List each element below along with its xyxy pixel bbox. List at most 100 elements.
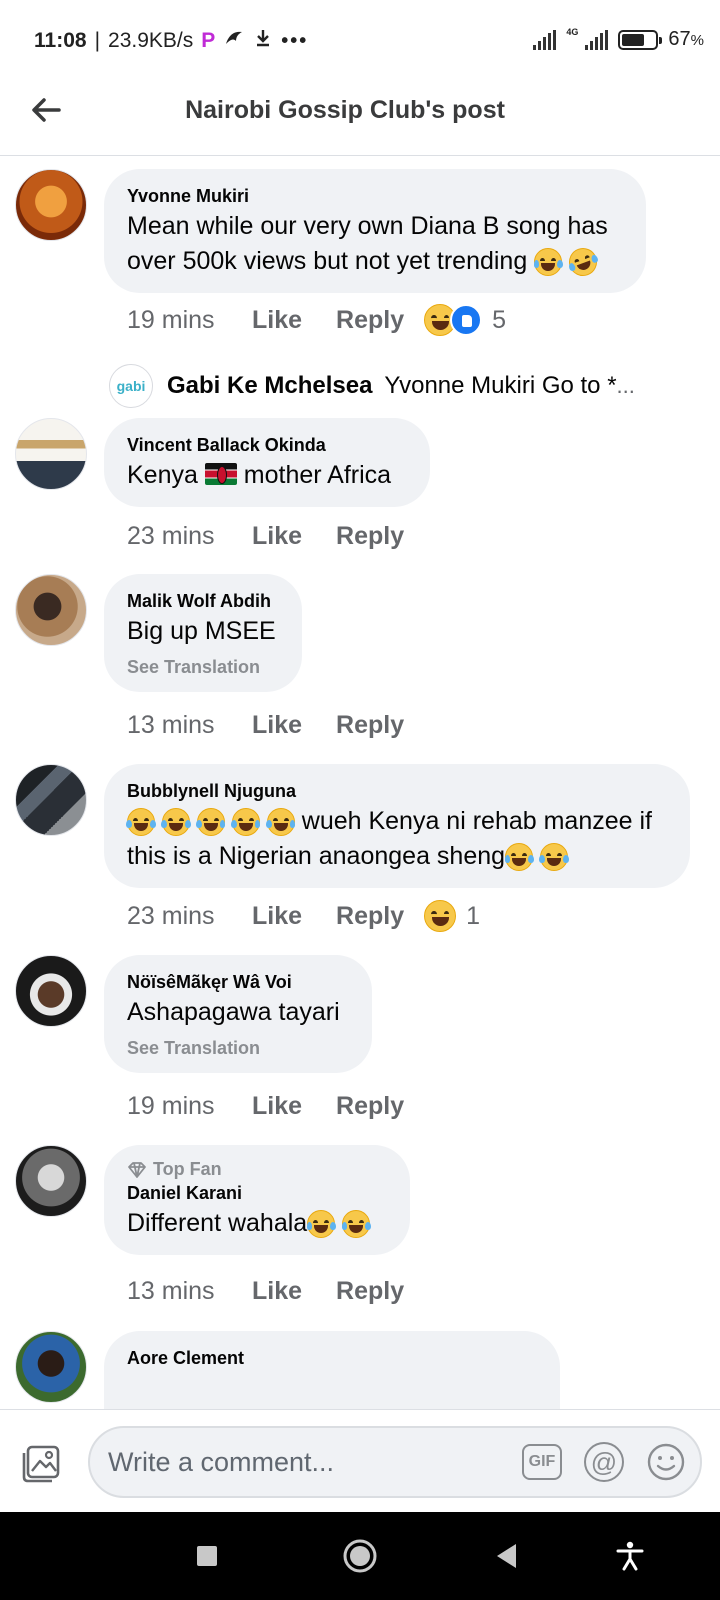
triangle-back-icon [497,1544,516,1568]
square-icon [197,1546,217,1566]
comment-time: 23 mins [127,901,215,930]
tears-of-joy-icon [341,1210,371,1239]
like-button[interactable]: Like [252,306,302,335]
comment-input-wrapper[interactable]: GIF @ [88,1426,702,1498]
reply-button[interactable]: Reply [336,522,404,551]
like-button[interactable]: Like [252,902,302,931]
battery-value: 67 [668,28,691,50]
reply-button[interactable]: Reply [336,711,404,740]
smile-icon [647,1443,685,1481]
comment-author[interactable]: Yvonne Mukiri [127,183,624,209]
comment-text: Different wahala [127,1206,388,1241]
tears-of-joy-icon [539,843,569,872]
reply-avatar[interactable]: gabi [109,364,153,408]
status-separator: | [94,29,101,52]
reaction-count: 1 [466,901,481,930]
reply-button[interactable]: Reply [336,1277,404,1306]
reaction-count: 5 [492,305,507,334]
comment-bubble[interactable]: Top Fan Daniel Karani Different wahala [104,1145,410,1255]
reactions-summary[interactable]: 1 [424,900,480,932]
photo-button[interactable] [22,1443,62,1483]
avatar[interactable] [15,574,87,646]
network-type: 4G [566,26,579,37]
network-speed: 23.9KB/s [108,29,194,52]
home-button[interactable] [336,1532,384,1580]
mention-button[interactable]: @ [584,1442,624,1482]
battery-unit: % [690,32,704,49]
avatar[interactable] [15,764,87,836]
signal-icon-2 [585,29,609,50]
reply-preview[interactable]: gabi Gabi Ke Mchelsea Yvonne Mukiri Go t… [109,364,635,408]
comment-bubble[interactable]: Yvonne Mukiri Mean while our very own Di… [104,169,646,293]
like-button[interactable]: Like [252,711,302,740]
comment-bubble[interactable]: Vincent Ballack Okinda Kenya mother Afri… [104,418,430,507]
accessibility-button[interactable] [606,1532,654,1580]
see-translation-link[interactable]: See Translation [127,1038,350,1059]
comment-meta: 19 mins Like Reply 5 [127,302,506,338]
comments-list[interactable]: Yvonne Mukiri Mean while our very own Di… [0,157,720,1409]
status-right: 4G 67% [533,26,704,51]
avatar[interactable] [15,1331,87,1403]
comment-bubble[interactable]: Malik Wolf Abdih Big up MSEE See Transla… [104,574,302,692]
top-fan-badge: Top Fan [127,1159,388,1180]
page-title: Nairobi Gossip Club's post [185,96,505,124]
avatar[interactable] [15,418,87,490]
comment-author[interactable]: Daniel Karani [127,1180,388,1206]
comment-author[interactable]: Bubblynell Njuguna [127,778,668,804]
avatar[interactable] [15,955,87,1027]
reply-button[interactable]: Reply [336,306,404,335]
accessibility-icon [616,1541,644,1571]
signal-icon [533,29,557,50]
comment-text: Ashapagawa tayari [127,998,340,1026]
battery-fill [622,33,644,46]
like-button[interactable]: Like [252,1277,302,1306]
comment-text-end: mother Africa [243,461,392,489]
reactions-summary[interactable]: 5 [424,304,506,336]
comment-text-line2: this is a Nigerian anaongea sheng [127,842,506,870]
status-bar: 11:08 | 23.9KB/s P ••• 4G 67% [0,0,720,82]
comment-input[interactable] [108,1442,488,1482]
comment-composer: GIF @ [0,1409,720,1512]
battery-percent: 67% [668,28,704,51]
comment-meta: 19 mins Like Reply [127,1088,438,1124]
comment-meta: 23 mins Like Reply 1 [127,898,480,934]
like-button[interactable]: Like [252,522,302,551]
comment-time: 19 mins [127,1091,215,1120]
avatar[interactable] [15,169,87,241]
comment-text: Big up MSEE [127,617,276,645]
comment-author[interactable]: Aore Clement [127,1345,538,1371]
tears-of-joy-icon [306,1210,336,1239]
comment-text-body: Different wahala [127,1209,308,1237]
reply-button[interactable]: Reply [336,902,404,931]
haha-reaction-icon [424,900,457,932]
comment-bubble[interactable]: Bubblynell Njuguna wueh Kenya ni rehab m… [104,764,690,888]
pinterest-icon: P [201,29,216,52]
avatar[interactable] [15,1145,87,1217]
gif-button[interactable]: GIF [522,1444,562,1480]
emoji-button[interactable] [646,1442,686,1482]
like-button[interactable]: Like [252,1092,302,1121]
comment-time: 23 mins [127,521,215,550]
comment-time: 19 mins [127,305,215,334]
comment-text-line1: wueh Kenya ni rehab manzee if [301,807,652,835]
comment-bubble[interactable]: Aore Clement [104,1331,560,1409]
like-reaction-icon [450,304,483,336]
battery-icon [618,29,663,50]
comment-bubble[interactable]: NöïsêMãkęr Wâ Voi Ashapagawa tayari See … [104,955,372,1073]
comment-author[interactable]: NöïsêMãkęr Wâ Voi [127,969,350,995]
comment-meta: 13 mins Like Reply [127,707,438,743]
comment-author[interactable]: Malik Wolf Abdih [127,588,280,614]
comment-text: Kenya mother Africa [127,458,408,493]
reply-author[interactable]: Gabi Ke Mchelsea [167,372,372,400]
top-header: Nairobi Gossip Club's post [0,82,720,156]
comment-author[interactable]: Vincent Ballack Okinda [127,432,408,458]
comment-meta: 13 mins Like Reply [127,1273,438,1309]
comment-text-start: Kenya [127,461,198,489]
system-nav-bar [0,1512,720,1600]
see-translation-link[interactable]: See Translation [127,657,280,678]
recents-button[interactable] [183,1532,231,1580]
reply-button[interactable]: Reply [336,1092,404,1121]
status-time: 11:08 [34,29,87,52]
back-nav-button[interactable] [483,1532,531,1580]
tears-of-joy-icon [504,843,534,872]
